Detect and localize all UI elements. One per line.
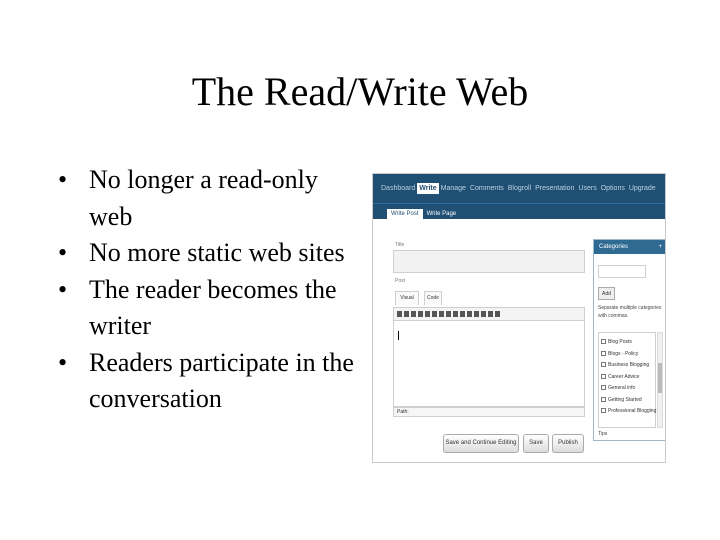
nav-tab-users[interactable]: Users xyxy=(576,183,598,194)
nav-tab-options[interactable]: Options xyxy=(599,183,627,194)
title-label: Title xyxy=(395,242,405,248)
align-left-icon[interactable] xyxy=(446,311,451,317)
tab-visual[interactable]: Visual xyxy=(395,291,419,305)
category-label: Blog Posts xyxy=(608,339,632,345)
checkbox-icon[interactable] xyxy=(601,385,606,391)
category-item[interactable]: Career Advice xyxy=(599,372,655,384)
nav-tab-write[interactable]: Write xyxy=(417,183,439,194)
category-item[interactable]: General info xyxy=(599,383,655,395)
categories-note: Separate multiple categories with commas… xyxy=(598,305,662,319)
admin-top-nav: Dashboard Write Manage Comments Blogroll… xyxy=(373,174,665,203)
subnav-write-page[interactable]: Write Page xyxy=(423,209,461,219)
align-right-icon[interactable] xyxy=(460,311,465,317)
categories-panel: Categories + Add Separate multiple categ… xyxy=(593,239,665,441)
post-body-editor[interactable] xyxy=(393,321,585,407)
bullet-item: No longer a read-only web xyxy=(58,162,358,235)
unlink-icon[interactable] xyxy=(474,311,479,317)
scrollbar-thumb[interactable] xyxy=(658,363,662,393)
publish-button[interactable]: Publish xyxy=(552,434,584,453)
subnav-write-post[interactable]: Write Post xyxy=(387,209,423,219)
add-category-button[interactable]: Add xyxy=(598,287,615,300)
category-label: Getting Started xyxy=(608,396,642,403)
save-button[interactable]: Save xyxy=(523,434,549,453)
align-center-icon[interactable] xyxy=(453,311,458,317)
category-scrollbar[interactable] xyxy=(657,332,663,428)
indent-icon[interactable] xyxy=(439,311,444,317)
category-label: Professional Blogging xyxy=(608,408,657,414)
new-category-input[interactable] xyxy=(598,265,646,278)
nav-tab-presentation[interactable]: Presentation xyxy=(533,183,576,194)
post-title-input[interactable] xyxy=(393,250,585,273)
categories-header[interactable]: Categories + xyxy=(594,240,665,254)
category-label: Business Blogging xyxy=(608,362,650,368)
checkbox-icon[interactable] xyxy=(601,339,606,345)
category-item[interactable]: Blog Posts xyxy=(599,337,655,349)
editor-toolbar xyxy=(393,307,585,321)
categories-footer: Tips xyxy=(598,431,608,437)
nav-tab-dashboard[interactable]: Dashboard xyxy=(379,183,417,194)
expand-icon[interactable]: + xyxy=(658,240,662,254)
categories-title: Categories xyxy=(599,244,629,250)
nav-tab-blogroll[interactable]: Blogroll xyxy=(506,183,533,194)
spellcheck-icon[interactable] xyxy=(488,311,493,317)
checkbox-icon[interactable] xyxy=(601,362,606,368)
category-item[interactable]: Business Blogging xyxy=(599,360,655,372)
category-item[interactable]: Getting Started xyxy=(599,395,655,407)
outdent-icon[interactable] xyxy=(432,311,437,317)
nav-tab-comments[interactable]: Comments xyxy=(468,183,506,194)
strikethrough-icon[interactable] xyxy=(411,311,416,317)
nav-tab-manage[interactable]: Manage xyxy=(439,183,468,194)
editor-path-bar: Path: xyxy=(393,407,585,417)
category-label: Career Advice xyxy=(608,373,640,380)
checkbox-icon[interactable] xyxy=(601,350,606,356)
category-label: Blogs - Policy xyxy=(608,350,639,357)
category-list: Blog Posts Blogs - Policy Business Blogg… xyxy=(598,332,656,428)
slide-title: The Read/Write Web xyxy=(191,69,529,114)
checkbox-icon[interactable] xyxy=(601,396,606,402)
italic-icon[interactable] xyxy=(404,311,409,317)
bullet-list: No longer a read-only web No more static… xyxy=(58,162,358,418)
tab-code[interactable]: Code xyxy=(424,291,442,305)
help-icon[interactable] xyxy=(495,311,500,317)
bullet-list-icon[interactable] xyxy=(418,311,423,317)
blog-editor-screenshot: Dashboard Write Manage Comments Blogroll… xyxy=(372,173,666,463)
category-label: General info xyxy=(608,385,636,391)
text-caret xyxy=(398,331,399,340)
checkbox-icon[interactable] xyxy=(601,373,606,379)
post-label: Post xyxy=(395,278,406,284)
bullet-item: Readers participate in the conversation xyxy=(58,345,358,418)
bullet-item: No more static web sites xyxy=(58,235,358,272)
admin-sub-nav: Write Post Write Page xyxy=(373,203,665,219)
bold-icon[interactable] xyxy=(397,311,402,317)
checkbox-icon[interactable] xyxy=(601,408,606,414)
bullet-item: The reader becomes the writer xyxy=(58,272,358,345)
numbered-list-icon[interactable] xyxy=(425,311,430,317)
save-and-continue-button[interactable]: Save and Continue Editing xyxy=(443,434,519,453)
category-item[interactable]: Professional Blogging xyxy=(599,406,657,418)
link-icon[interactable] xyxy=(467,311,472,317)
image-icon[interactable] xyxy=(481,311,486,317)
category-item[interactable]: Blogs - Policy xyxy=(599,349,655,361)
nav-tab-upgrade[interactable]: Upgrade xyxy=(627,183,658,194)
